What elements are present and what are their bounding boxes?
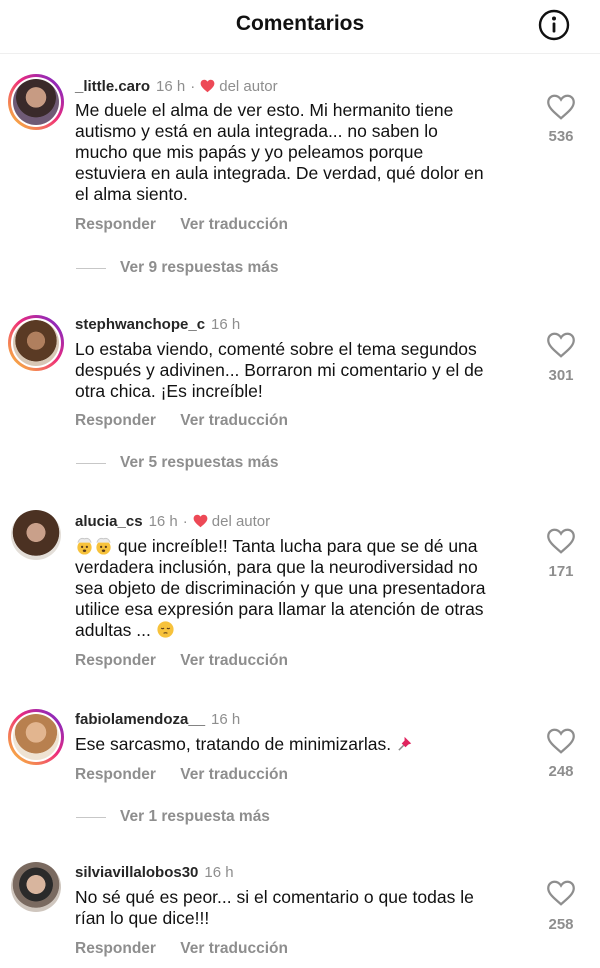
separator-dot: · [190, 77, 196, 95]
replies-divider [76, 267, 106, 269]
author-heart-icon [193, 514, 208, 528]
replies-divider [76, 816, 106, 818]
comment-actions: Responder Ver traducción [75, 216, 308, 234]
like-count: 258 [548, 916, 574, 933]
avatar[interactable] [8, 74, 64, 130]
comment-line: autismo y está en aula integrada... no s… [75, 121, 438, 141]
like-heart-icon[interactable] [546, 878, 576, 908]
exploding-head-emoji-icon [96, 537, 111, 555]
comment-meta: silviavillalobos30 16 h [75, 862, 239, 882]
translate-button[interactable]: Ver traducción [180, 216, 288, 233]
view-replies-button[interactable]: Ver 9 respuestas más [76, 258, 279, 278]
separator-dot: · [182, 512, 188, 530]
username[interactable]: silviavillalobos30 [75, 864, 198, 881]
timestamp: 16 h [156, 77, 186, 95]
comment-line: verdadera inclusión, para que la neurodi… [75, 557, 478, 577]
comment-actions: Responder Ver traducción [75, 940, 308, 958]
view-replies-label: Ver 9 respuestas más [120, 259, 279, 276]
comment-line: utilice esa expresión para llamar la ate… [75, 599, 484, 619]
replies-divider [76, 462, 106, 464]
translate-button[interactable]: Ver traducción [180, 940, 288, 957]
comment-text: Me duele el alma de ver esto. Mi hermani… [75, 100, 535, 205]
view-replies-button[interactable]: Ver 5 respuestas más [76, 453, 279, 473]
comment-line: sea objeto de discriminación y que una p… [75, 578, 486, 598]
view-replies-label: Ver 1 respuesta más [120, 808, 270, 825]
translate-button[interactable]: Ver traducción [180, 412, 288, 429]
reply-button[interactable]: Responder [75, 216, 156, 233]
comment-line: rían lo que dice!!! [75, 908, 210, 928]
reply-button[interactable]: Responder [75, 766, 156, 783]
exploding-head-emoji-icon [77, 537, 92, 555]
comment-line: otra chica. ¡Es increíble! [75, 381, 263, 401]
comment-text: Ese sarcasmo, tratando de minimizarlas. [75, 734, 535, 755]
comment-line: Lo estaba viendo, comenté sobre el tema … [75, 339, 477, 359]
comment-line: Ese sarcasmo, tratando de minimizarlas. [75, 734, 535, 755]
comment-meta: fabiolamendoza__ 16 h [75, 709, 245, 729]
timestamp: 16 h [211, 315, 241, 333]
avatar[interactable] [8, 859, 64, 915]
comment-actions: Responder Ver traducción [75, 412, 308, 430]
comment-line: No sé qué es peor... si el comentario o … [75, 887, 474, 907]
comment-line: que increíble!! Tanta lucha para que se … [75, 536, 535, 557]
username[interactable]: alucia_cs [75, 513, 143, 530]
pensive-face-emoji-icon [157, 621, 174, 638]
comment-meta: alucia_cs 16 h · del autor [75, 511, 270, 531]
comment-meta: _little.caro 16 h · del autor [75, 76, 278, 96]
comment-text: No sé qué es peor... si el comentario o … [75, 887, 535, 929]
pushpin-emoji-icon [398, 736, 412, 751]
like-count: 171 [548, 563, 574, 580]
like-heart-icon[interactable] [546, 526, 576, 556]
comment-line-text: que increíble!! Tanta lucha para que se … [113, 536, 478, 556]
comment-line: estuviera en aula integrada. De verdad, … [75, 163, 484, 183]
comment-line: Me duele el alma de ver esto. Mi hermani… [75, 100, 454, 120]
author-badge: del autor [219, 77, 278, 95]
comment-line: mucho que mis papás y yo peleamos porque [75, 142, 424, 162]
like-count: 248 [548, 763, 574, 780]
comment-line-text: Ese sarcasmo, tratando de minimizarlas. [75, 734, 396, 754]
username[interactable]: fabiolamendoza__ [75, 711, 205, 728]
timestamp: 16 h [148, 512, 178, 530]
comment-line: adultas ... [75, 620, 535, 641]
comment-line: el alma siento. [75, 184, 188, 204]
comment-actions: Responder Ver traducción [75, 652, 308, 670]
reply-button[interactable]: Responder [75, 940, 156, 957]
like-count: 536 [548, 128, 574, 145]
comment-actions: Responder Ver traducción [75, 766, 308, 784]
author-badge: del autor [211, 512, 271, 530]
avatar[interactable] [8, 709, 64, 765]
avatar[interactable] [8, 507, 64, 563]
reply-button[interactable]: Responder [75, 652, 156, 669]
timestamp: 16 h [211, 710, 241, 728]
author-heart-icon [200, 79, 215, 93]
comment-line-text: adultas ... [75, 620, 156, 640]
translate-button[interactable]: Ver traducción [180, 766, 288, 783]
comment-meta: stephwanchope_c 16 h [75, 314, 245, 334]
like-heart-icon[interactable] [546, 726, 576, 756]
view-replies-button[interactable]: Ver 1 respuesta más [76, 807, 270, 827]
translate-button[interactable]: Ver traducción [180, 652, 288, 669]
like-heart-icon[interactable] [546, 92, 576, 122]
page-title: Comentarios [235, 12, 365, 35]
comment-line: después y adivinen... Borraron mi coment… [75, 360, 484, 380]
username[interactable]: stephwanchope_c [75, 316, 205, 333]
reply-button[interactable]: Responder [75, 412, 156, 429]
username[interactable]: _little.caro [75, 78, 150, 95]
avatar[interactable] [8, 315, 64, 371]
comment-text: Lo estaba viendo, comenté sobre el tema … [75, 339, 535, 402]
like-count: 301 [548, 367, 574, 384]
comments-header: Comentarios [0, 0, 600, 54]
like-heart-icon[interactable] [546, 330, 576, 360]
comment-text: que increíble!! Tanta lucha para que se … [75, 536, 535, 641]
view-replies-label: Ver 5 respuestas más [120, 454, 279, 471]
timestamp: 16 h [204, 863, 234, 881]
info-icon[interactable] [538, 9, 570, 41]
